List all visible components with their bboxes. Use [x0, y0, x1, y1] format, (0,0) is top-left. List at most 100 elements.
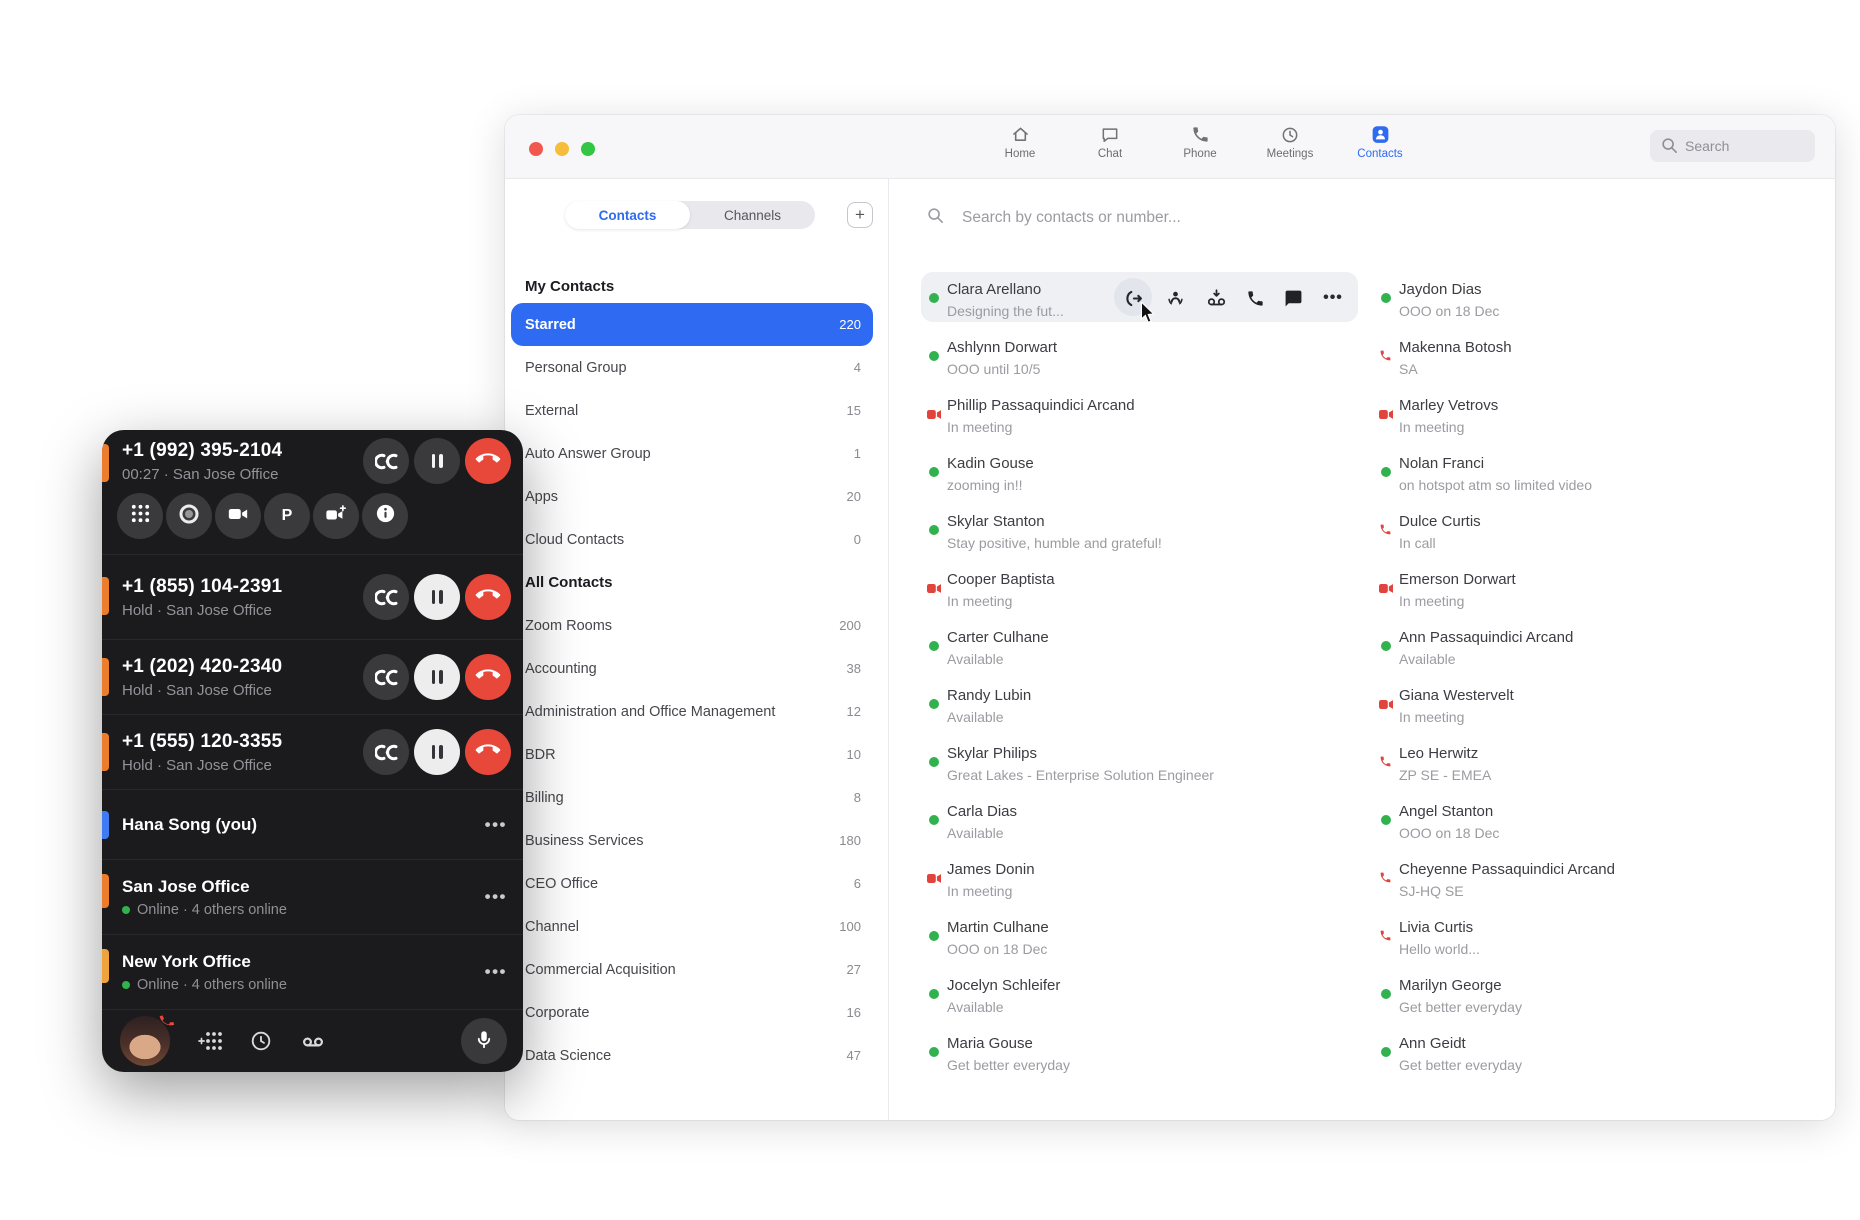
hold-button[interactable]	[414, 729, 460, 775]
contact-row-emerson-dorwart[interactable]: Emerson Dorwart In meeting	[1373, 566, 1816, 624]
contact-name: Skylar Philips	[947, 744, 1364, 763]
contact-search-input[interactable]	[960, 208, 1384, 228]
contact-row-cheyenne-passaquindici-arcand[interactable]: Cheyenne Passaquindici Arcand SJ-HQ SE	[1373, 856, 1816, 914]
dialpad-add-icon[interactable]	[196, 1028, 222, 1054]
contact-row-ashlynn-dorwart[interactable]: Ashlynn Dorwart OOO until 10/5	[921, 334, 1364, 392]
line-row-san-jose-office[interactable]: San Jose Office Online · 4 others online…	[102, 860, 523, 935]
tab-channels[interactable]: Channels	[690, 201, 815, 229]
merge-call-button[interactable]	[363, 654, 409, 700]
contact-row-carter-culhane[interactable]: Carter Culhane Available	[921, 624, 1364, 682]
sidebar-directory-zoom-rooms[interactable]: Zoom Rooms 200	[511, 604, 873, 647]
contacts-channels-toggle: Contacts Channels	[565, 201, 815, 229]
phone-toolbar	[102, 1010, 523, 1072]
more-options-icon[interactable]: •••	[485, 887, 507, 907]
end-call-button[interactable]	[465, 654, 511, 700]
end-call-button[interactable]	[465, 438, 511, 484]
more-options-icon[interactable]: •••	[485, 815, 507, 835]
hold-button[interactable]	[414, 574, 460, 620]
contact-row-clara-arellano[interactable]: ••• Clara Arellano Designing the fut...	[921, 276, 1364, 334]
sidebar-group-apps[interactable]: Apps 20	[511, 475, 873, 518]
park-button[interactable]: P	[264, 493, 310, 539]
contact-row-giana-westervelt[interactable]: Giana Westervelt In meeting	[1373, 682, 1816, 740]
contact-row-phillip-passaquindici-arcand[interactable]: Phillip Passaquindici Arcand In meeting	[921, 392, 1364, 450]
call-row-1[interactable]: +1 (992) 395-2104 00:27 · San Jose Offic…	[102, 430, 523, 555]
contact-row-livia-curtis[interactable]: Livia Curtis Hello world...	[1373, 914, 1816, 972]
line-row-new-york-office[interactable]: New York Office Online · 4 others online…	[102, 935, 523, 1010]
tab-contacts[interactable]: Contacts	[565, 201, 690, 229]
avatar[interactable]	[120, 1016, 170, 1066]
item-label: Cloud Contacts	[525, 532, 624, 548]
nav-tab-meetings[interactable]: Meetings	[1250, 124, 1330, 160]
contact-row-marley-vetrovs[interactable]: Marley Vetrovs In meeting	[1373, 392, 1816, 450]
sidebar-directory-business-services[interactable]: Business Services 180	[511, 819, 873, 862]
nav-tab-contacts[interactable]: Contacts	[1340, 124, 1420, 160]
call-row-4[interactable]: +1 (555) 120-3355 Hold · San Jose Office	[102, 715, 523, 790]
call-accent-bar	[102, 658, 109, 696]
contact-row-makenna-botosh[interactable]: Makenna Botosh SA	[1373, 334, 1816, 392]
presence-available-icon	[927, 697, 941, 711]
call-row-3[interactable]: +1 (202) 420-2340 Hold · San Jose Office	[102, 640, 523, 715]
sidebar-directory-accounting[interactable]: Accounting 38	[511, 647, 873, 690]
close-window-button[interactable]	[529, 142, 543, 156]
contact-row-cooper-baptista[interactable]: Cooper Baptista In meeting	[921, 566, 1364, 624]
sidebar-directory-bdr[interactable]: BDR 10	[511, 733, 873, 776]
sidebar-directory-commercial-acquisition[interactable]: Commercial Acquisition 27	[511, 948, 873, 991]
minimize-window-button[interactable]	[555, 142, 569, 156]
pause-icon	[432, 745, 443, 759]
contact-row-jocelyn-schleifer[interactable]: Jocelyn Schleifer Available	[921, 972, 1364, 1030]
info-button[interactable]	[362, 493, 408, 539]
merge-call-button[interactable]	[363, 574, 409, 620]
contact-row-maria-gouse[interactable]: Maria Gouse Get better everyday	[921, 1030, 1364, 1088]
history-icon[interactable]	[248, 1028, 274, 1054]
sidebar-group-auto-answer-group[interactable]: Auto Answer Group 1	[511, 432, 873, 475]
global-search[interactable]: Search	[1650, 130, 1815, 162]
contact-row-marilyn-george[interactable]: Marilyn George Get better everyday	[1373, 972, 1816, 1030]
nav-tab-home[interactable]: Home	[980, 124, 1060, 160]
sidebar-group-cloud-contacts[interactable]: Cloud Contacts 0	[511, 518, 873, 561]
end-call-button[interactable]	[465, 729, 511, 775]
merge-call-button[interactable]	[363, 729, 409, 775]
merge-call-button[interactable]	[363, 438, 409, 484]
contact-row-jaydon-dias[interactable]: Jaydon Dias OOO on 18 Dec	[1373, 276, 1816, 334]
sidebar-group-external[interactable]: External 15	[511, 389, 873, 432]
end-call-button[interactable]	[465, 574, 511, 620]
video-button[interactable]	[215, 493, 261, 539]
zoom-window-button[interactable]	[581, 142, 595, 156]
voicemail-icon[interactable]	[300, 1028, 326, 1054]
add-video-button[interactable]	[313, 493, 359, 539]
hold-button[interactable]	[414, 654, 460, 700]
contact-row-kadin-gouse[interactable]: Kadin Gouse zooming in!!	[921, 450, 1364, 508]
microphone-button[interactable]	[461, 1018, 507, 1064]
sidebar-directory-corporate[interactable]: Corporate 16	[511, 991, 873, 1034]
nav-tab-chat[interactable]: Chat	[1070, 124, 1150, 160]
call-row-2[interactable]: +1 (855) 104-2391 Hold · San Jose Office	[102, 555, 523, 640]
more-options-icon[interactable]: •••	[485, 962, 507, 982]
sidebar-directory-ceo-office[interactable]: CEO Office 6	[511, 862, 873, 905]
dialpad-button[interactable]	[117, 493, 163, 539]
line-row-hana-song-you[interactable]: Hana Song (you) •••	[102, 790, 523, 860]
contact-row-randy-lubin[interactable]: Randy Lubin Available	[921, 682, 1364, 740]
contact-row-carla-dias[interactable]: Carla Dias Available	[921, 798, 1364, 856]
presence-in-meeting-icon	[1379, 581, 1393, 595]
contact-row-ann-geidt[interactable]: Ann Geidt Get better everyday	[1373, 1030, 1816, 1088]
sidebar-directory-administration-and-office-management[interactable]: Administration and Office Management 12	[511, 690, 873, 733]
contact-row-angel-stanton[interactable]: Angel Stanton OOO on 18 Dec	[1373, 798, 1816, 856]
sidebar-group-personal-group[interactable]: Personal Group 4	[511, 346, 873, 389]
hold-button[interactable]	[414, 438, 460, 484]
contact-row-nolan-franci[interactable]: Nolan Franci on hotspot atm so limited v…	[1373, 450, 1816, 508]
contact-row-skylar-stanton[interactable]: Skylar Stanton Stay positive, humble and…	[921, 508, 1364, 566]
sidebar-directory-billing[interactable]: Billing 8	[511, 776, 873, 819]
sidebar-group-starred[interactable]: Starred 220	[511, 303, 873, 346]
nav-tab-phone[interactable]: Phone	[1160, 124, 1240, 160]
online-dot-icon	[122, 906, 130, 914]
record-button[interactable]	[166, 493, 212, 539]
contact-row-james-donin[interactable]: James Donin In meeting	[921, 856, 1364, 914]
sidebar-directory-channel[interactable]: Channel 100	[511, 905, 873, 948]
add-contact-button[interactable]: +	[847, 202, 873, 228]
contact-row-skylar-philips[interactable]: Skylar Philips Great Lakes - Enterprise …	[921, 740, 1364, 798]
contact-row-dulce-curtis[interactable]: Dulce Curtis In call	[1373, 508, 1816, 566]
sidebar-directory-data-science[interactable]: Data Science 47	[511, 1034, 873, 1077]
contact-row-leo-herwitz[interactable]: Leo Herwitz ZP SE - EMEA	[1373, 740, 1816, 798]
contact-row-ann-passaquindici-arcand[interactable]: Ann Passaquindici Arcand Available	[1373, 624, 1816, 682]
contact-row-martin-culhane[interactable]: Martin Culhane OOO on 18 Dec	[921, 914, 1364, 972]
